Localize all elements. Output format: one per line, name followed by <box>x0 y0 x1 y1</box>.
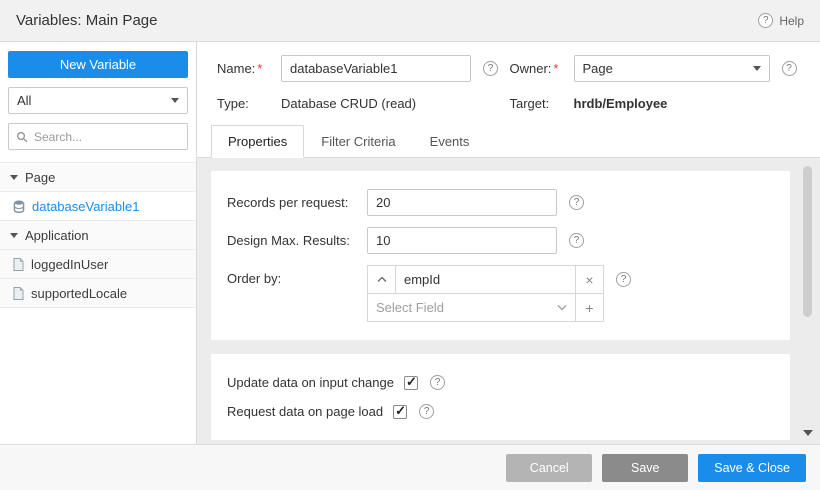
variables-sidebar: New Variable All Page <box>0 42 197 444</box>
owner-label: Owner: <box>510 61 552 76</box>
tree-group-application[interactable]: Application <box>0 221 196 250</box>
caret-down-icon <box>10 233 18 238</box>
variable-head: Name: * Owner: * Page <box>197 42 820 111</box>
help-button[interactable]: Help <box>758 13 804 28</box>
variable-icon <box>13 287 24 300</box>
scroll-down-icon[interactable] <box>803 430 813 436</box>
tree-item-supportedlocale[interactable]: supportedLocale <box>0 279 196 308</box>
request-data-help-icon[interactable] <box>419 404 434 419</box>
scrollbar-thumb[interactable] <box>803 166 812 317</box>
detail-tabs: Properties Filter Criteria Events <box>197 125 820 158</box>
order-by-field-input[interactable] <box>395 265 576 294</box>
behavior-card: Update data on input change Request data… <box>211 354 790 440</box>
order-by-group: × Select Field + <box>367 265 604 322</box>
name-input[interactable] <box>281 55 471 82</box>
owner-select-value: Page <box>583 61 613 76</box>
tree-item-loggedinuser[interactable]: loggedInUser <box>0 250 196 279</box>
properties-panel: Records per request: Design Max. Results… <box>197 158 820 444</box>
caret-down-icon <box>10 175 18 180</box>
type-value: Database CRUD (read) <box>281 96 416 111</box>
owner-required-marker: * <box>553 61 558 76</box>
search-input[interactable] <box>34 130 180 144</box>
save-button[interactable]: Save <box>602 454 688 482</box>
page-title: Variables: Main Page <box>16 12 157 29</box>
design-max-help-icon[interactable] <box>569 233 584 248</box>
tab-events[interactable]: Events <box>413 125 487 158</box>
type-label: Type: <box>217 96 249 111</box>
tab-filter-criteria[interactable]: Filter Criteria <box>304 125 412 158</box>
request-data-label: Request data on page load <box>227 404 383 419</box>
add-field-button[interactable]: + <box>575 293 604 322</box>
dialog-footer: Cancel Save Save & Close <box>0 444 820 490</box>
order-by-help-icon[interactable] <box>616 272 631 287</box>
owner-select[interactable]: Page <box>574 55 770 82</box>
tree-group-page[interactable]: Page <box>0 163 196 192</box>
help-icon <box>758 13 773 28</box>
save-and-close-button[interactable]: Save & Close <box>698 454 806 482</box>
owner-help-icon[interactable] <box>782 61 797 76</box>
update-data-help-icon[interactable] <box>430 375 445 390</box>
chevron-down-icon <box>753 66 761 71</box>
name-required-marker: * <box>257 61 262 76</box>
records-help-icon[interactable] <box>569 195 584 210</box>
records-per-request-input[interactable] <box>367 189 557 216</box>
target-value: hrdb/Employee <box>574 96 668 111</box>
variable-filter-select[interactable]: All <box>8 87 188 114</box>
target-label: Target: <box>510 96 550 111</box>
variable-filter-value: All <box>17 93 31 108</box>
remove-field-button[interactable]: × <box>575 265 604 294</box>
tree-item-label: supportedLocale <box>31 286 127 301</box>
header: Variables: Main Page Help <box>0 0 820 42</box>
new-variable-button[interactable]: New Variable <box>8 51 188 78</box>
chevron-down-icon <box>557 304 567 311</box>
variable-icon <box>13 258 24 271</box>
records-per-request-label: Records per request: <box>227 195 367 210</box>
help-label: Help <box>779 14 804 28</box>
scrollbar[interactable] <box>802 166 812 436</box>
tree-group-label: Application <box>25 228 89 243</box>
move-field-up-button[interactable] <box>367 265 396 294</box>
tree-item-label: loggedInUser <box>31 257 108 272</box>
request-data-checkbox[interactable] <box>393 405 407 419</box>
properties-card: Records per request: Design Max. Results… <box>211 171 790 340</box>
variable-detail: Name: * Owner: * Page <box>197 42 820 444</box>
name-help-icon[interactable] <box>483 61 498 76</box>
design-max-results-label: Design Max. Results: <box>227 233 367 248</box>
name-label: Name: <box>217 61 255 76</box>
update-data-checkbox[interactable] <box>404 376 418 390</box>
dialog-body: New Variable All Page <box>0 42 820 444</box>
search-icon <box>16 131 28 143</box>
chevron-down-icon <box>171 98 179 103</box>
tab-properties[interactable]: Properties <box>211 125 304 158</box>
design-max-results-input[interactable] <box>367 227 557 254</box>
search-box <box>8 123 188 150</box>
select-field-placeholder: Select Field <box>376 300 444 315</box>
tree-item-database-variable[interactable]: databaseVariable1 <box>0 192 196 221</box>
tree-item-label: databaseVariable1 <box>32 199 139 214</box>
select-field-dropdown[interactable]: Select Field <box>367 293 576 322</box>
tree-group-label: Page <box>25 170 55 185</box>
database-variable-icon <box>13 200 25 213</box>
variables-dialog: Variables: Main Page Help New Variable A… <box>0 0 820 490</box>
variables-tree: Page databaseVariable1 Application <box>0 162 196 308</box>
order-by-label: Order by: <box>227 271 367 286</box>
chevron-up-icon <box>377 276 387 283</box>
cancel-button[interactable]: Cancel <box>506 454 592 482</box>
update-data-label: Update data on input change <box>227 375 394 390</box>
